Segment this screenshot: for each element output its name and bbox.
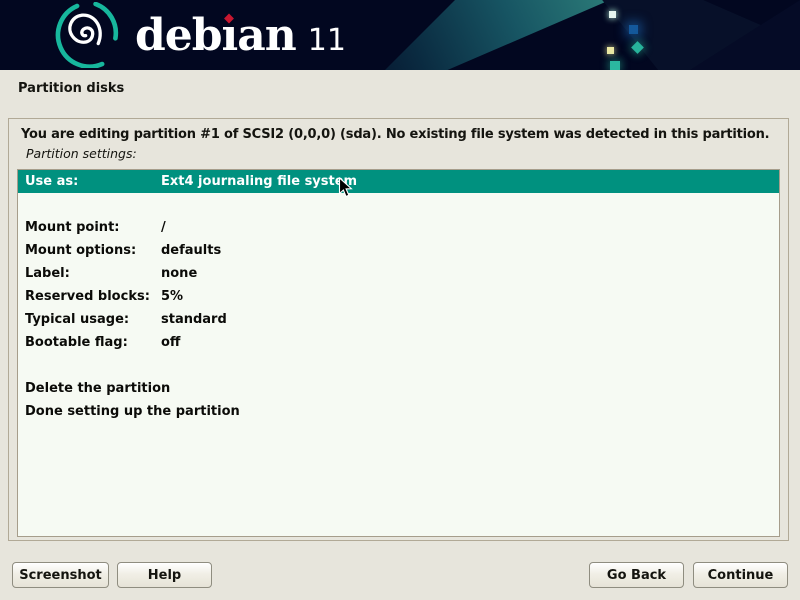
continue-button[interactable]: Continue: [693, 562, 788, 588]
row-value: standard: [161, 312, 779, 327]
row-label: Label:: [18, 266, 161, 281]
row-typical-usage[interactable]: Typical usage: standard: [18, 308, 779, 331]
banner-decor-square-yellow: [607, 47, 614, 54]
debian-installer-window: debıan 11 Partition disks You are editing…: [0, 0, 800, 600]
debian-logo-icon: [44, 2, 130, 68]
row-label: Typical usage:: [18, 312, 161, 327]
banner-decor-teal-stripe: [380, 0, 630, 70]
row-label: Delete the partition: [18, 381, 161, 396]
row-label: Done setting up the partition: [18, 404, 161, 419]
row-label: Bootable flag:: [18, 335, 161, 350]
banner-decor-square-blue: [629, 25, 638, 34]
row-reserved-blocks[interactable]: Reserved blocks: 5%: [18, 285, 779, 308]
brand-text-pre: deb: [135, 10, 222, 61]
banner-decor-square-white: [609, 11, 616, 18]
row-use-as[interactable]: Use as: Ext4 journaling file system: [18, 170, 779, 193]
row-value: defaults: [161, 243, 779, 258]
brand-version: 11: [308, 23, 346, 58]
help-button[interactable]: Help: [117, 562, 212, 588]
row-bootable-flag[interactable]: Bootable flag: off: [18, 331, 779, 354]
row-delete-partition[interactable]: Delete the partition: [18, 377, 779, 400]
row-done-partition[interactable]: Done setting up the partition: [18, 400, 779, 423]
settings-list: Use as: Ext4 journaling file system Moun…: [17, 169, 780, 537]
row-spacer: [18, 193, 779, 216]
row-value: Ext4 journaling file system: [161, 174, 779, 189]
row-spacer: [18, 354, 779, 377]
row-value: off: [161, 335, 779, 350]
row-label[interactable]: Label: none: [18, 262, 779, 285]
content-frame: You are editing partition #1 of SCSI2 (0…: [8, 118, 789, 541]
banner: debıan 11: [0, 0, 800, 70]
banner-decor-square-teal: [610, 61, 620, 70]
brand-wordmark: debıan 11: [135, 6, 346, 70]
brand-text-post: an: [237, 10, 296, 61]
brand-letter-i: ı: [222, 6, 238, 66]
row-value: none: [161, 266, 779, 281]
row-label: Mount options:: [18, 243, 161, 258]
row-mount-options[interactable]: Mount options: defaults: [18, 239, 779, 262]
row-mount-point[interactable]: Mount point: /: [18, 216, 779, 239]
page-title: Partition disks: [18, 81, 124, 96]
partition-settings-label: Partition settings:: [26, 146, 137, 161]
row-label: Use as:: [18, 174, 161, 189]
go-back-button[interactable]: Go Back: [589, 562, 684, 588]
partition-notice-text: You are editing partition #1 of SCSI2 (0…: [21, 127, 789, 142]
row-value: /: [161, 220, 779, 235]
row-value: 5%: [161, 289, 779, 304]
row-label: Mount point:: [18, 220, 161, 235]
row-label: Reserved blocks:: [18, 289, 161, 304]
screenshot-button[interactable]: Screenshot: [12, 562, 109, 588]
